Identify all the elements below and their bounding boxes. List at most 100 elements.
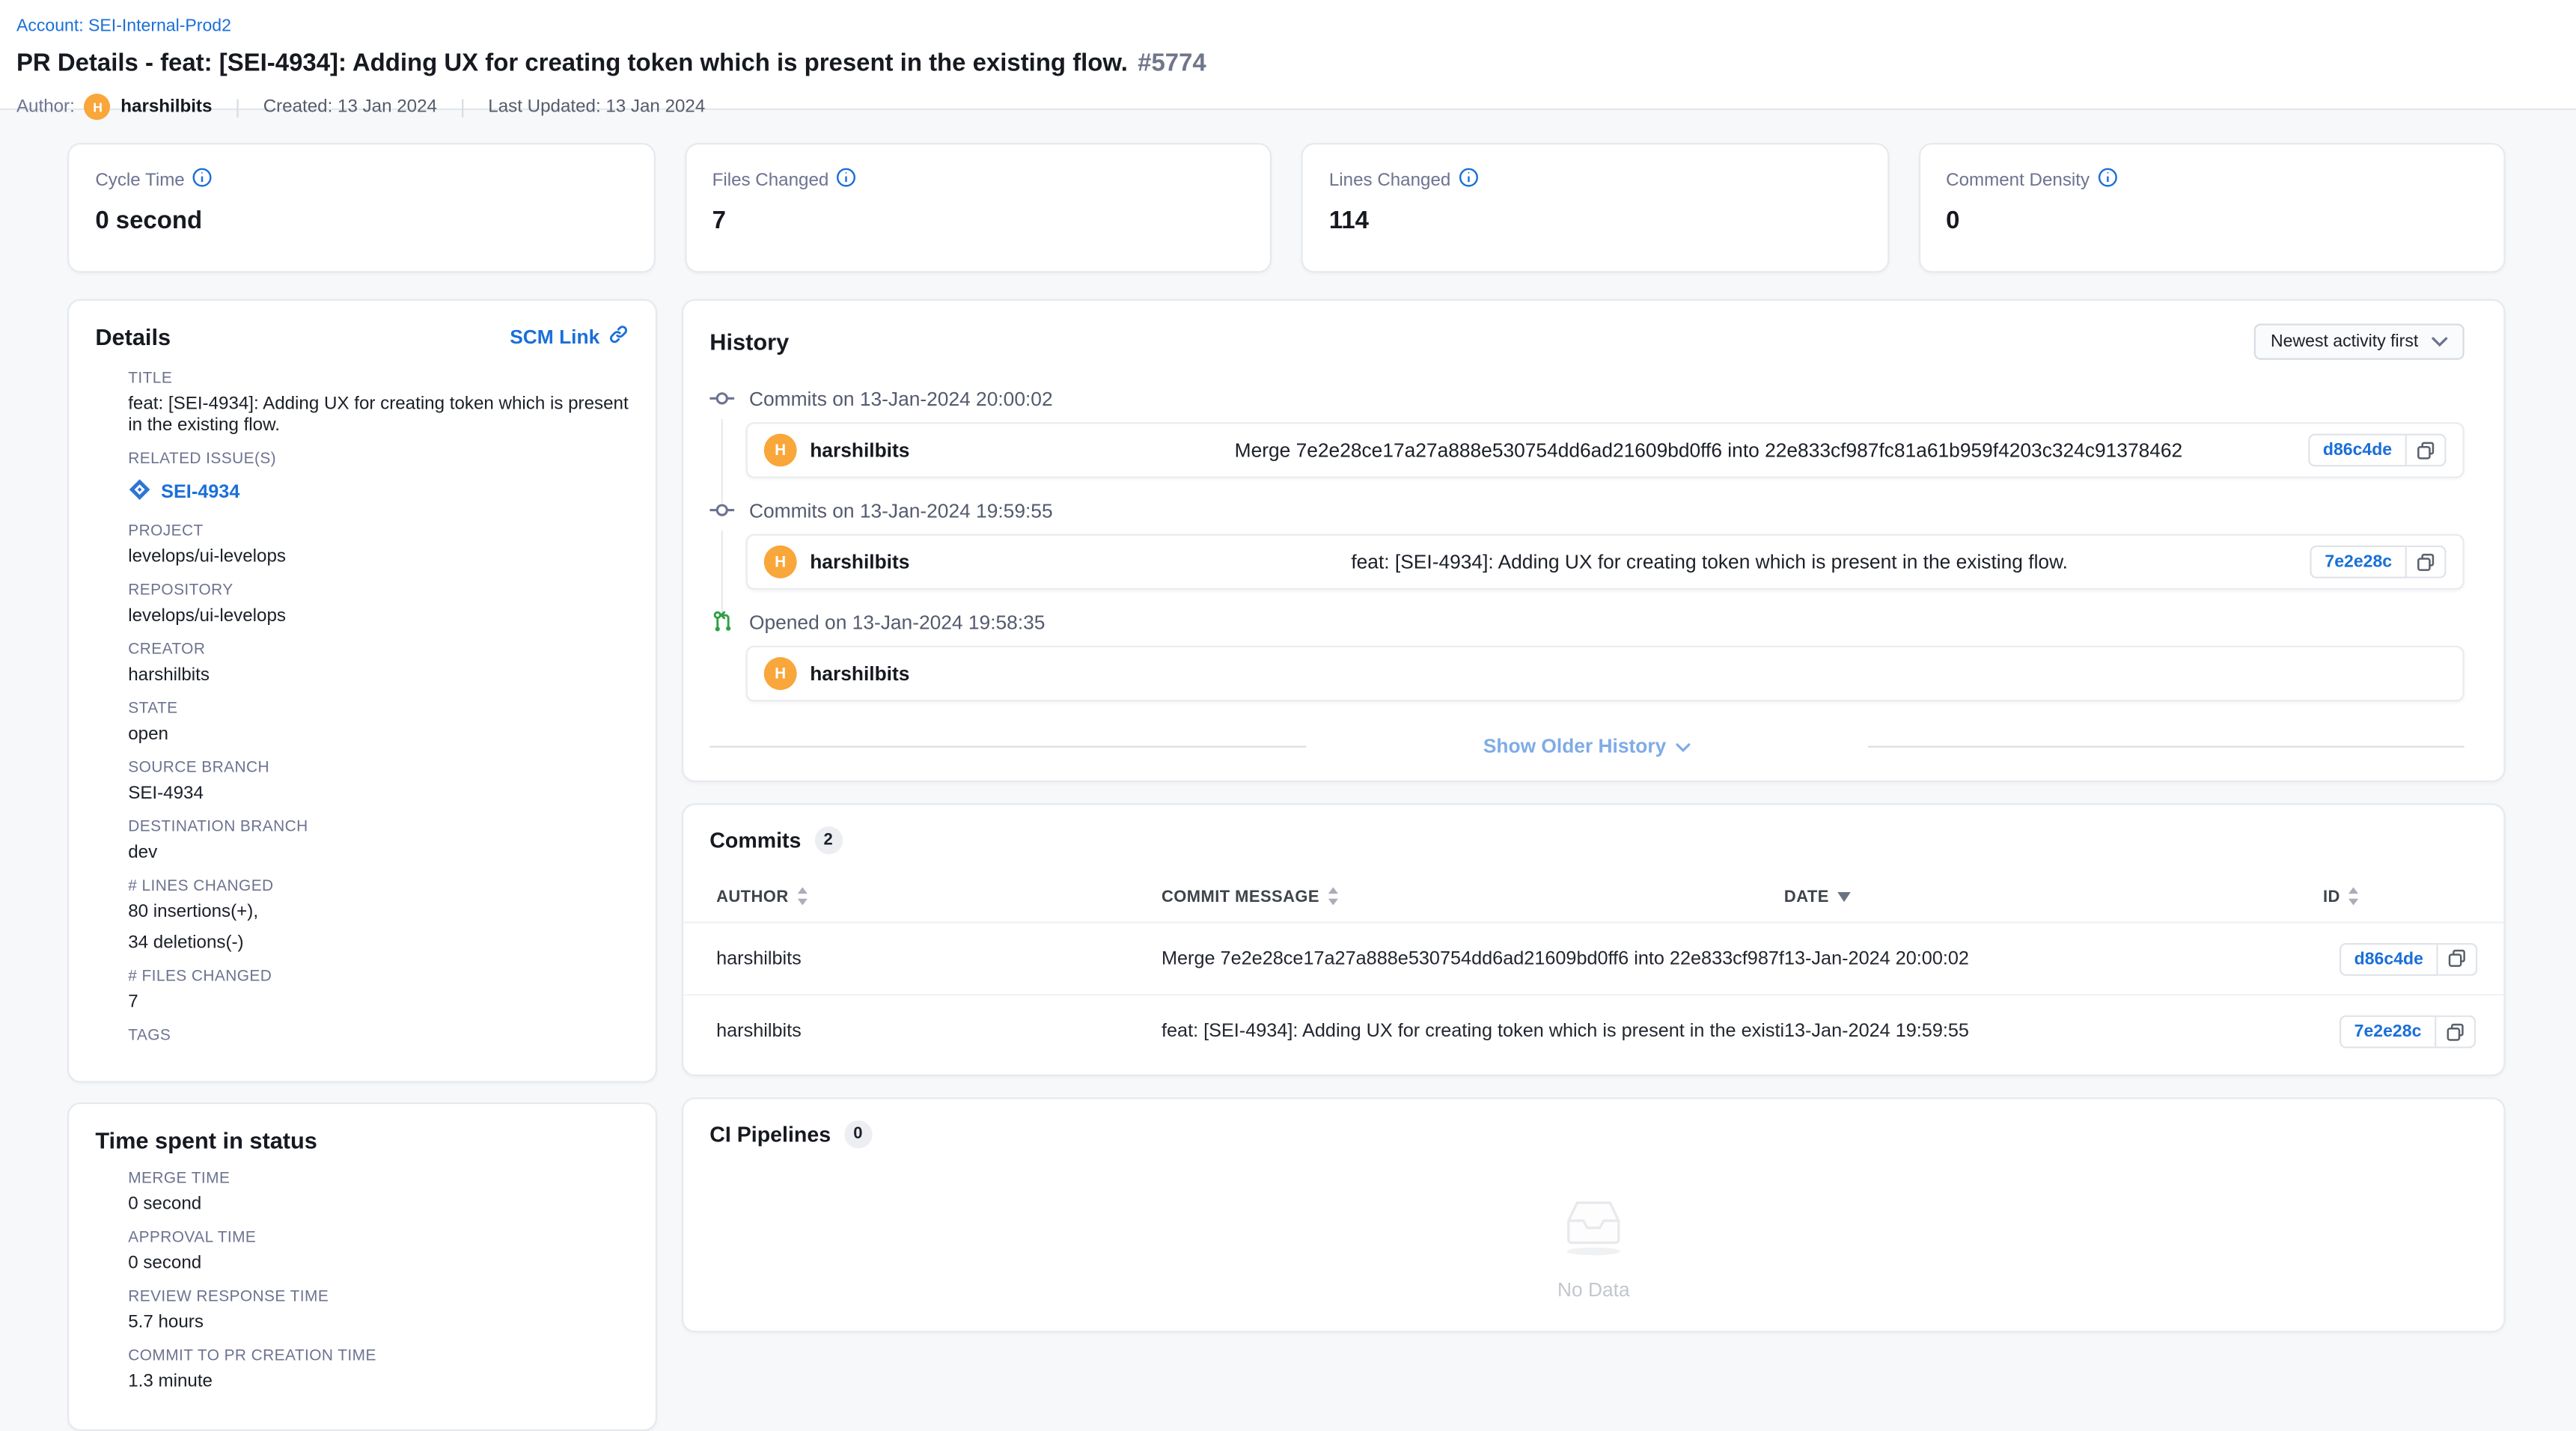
column-header-author[interactable]: AUTHOR: [716, 886, 1162, 909]
field-destination-branch: DESTINATION BRANCH dev: [128, 818, 629, 864]
copy-icon[interactable]: [2436, 1016, 2476, 1049]
avatar: H: [764, 434, 797, 467]
history-event: Opened on 13-Jan-2024 19:58:35 H harshil…: [709, 609, 2464, 721]
metric-card-comment-density: Comment Density 0: [1918, 143, 2506, 272]
field-creator: CREATOR harshilbits: [128, 641, 629, 686]
field-value: 34 deletions(-): [128, 933, 629, 955]
chevron-down-icon: [2432, 332, 2448, 351]
field-label: # LINES CHANGED: [128, 877, 629, 895]
meta-separator: |: [460, 95, 466, 118]
field-review-response-time: REVIEW RESPONSE TIME 5.7 hours: [128, 1288, 629, 1334]
column-header-date[interactable]: DATE: [1784, 889, 2323, 907]
page-header: Account: SEI-Internal-Prod2 PR Details -…: [0, 0, 2576, 110]
field-label: STATE: [128, 700, 629, 718]
field-value: 1.3 minute: [128, 1372, 629, 1394]
scm-link[interactable]: SCM Link: [510, 323, 629, 350]
divider-line: [709, 745, 1305, 747]
jira-issue-icon: [128, 478, 151, 506]
event-author-name: harshilbits: [810, 662, 909, 686]
empty-box-icon: [1556, 1188, 1632, 1265]
avatar: H: [764, 657, 797, 690]
show-older-history-label: Show Older History: [1483, 734, 1666, 757]
field-value: 5.7 hours: [128, 1313, 629, 1334]
field-label: APPROVAL TIME: [128, 1229, 629, 1247]
cell-author: harshilbits: [716, 1022, 1162, 1041]
column-label: ID: [2323, 889, 2340, 907]
table-row: harshilbits feat: [SEI-4934]: Adding UX …: [683, 995, 2503, 1068]
history-event-card: H harshilbits Merge 7e2e28ce17a27a888e53…: [746, 422, 2464, 478]
field-value: levelops/ui-levelops: [128, 606, 629, 628]
last-updated-date: Last Updated: 13 Jan 2024: [488, 97, 705, 117]
column-header-id[interactable]: ID: [2323, 886, 2471, 909]
author-name: harshilbits: [120, 97, 212, 117]
metric-value: 7: [712, 207, 1244, 235]
meta-separator: |: [235, 95, 240, 118]
created-date: Created: 13 Jan 2024: [263, 97, 437, 117]
copy-icon[interactable]: [2438, 942, 2478, 975]
field-label: TAGS: [128, 1027, 629, 1045]
metric-card-lines-changed: Lines Changed 114: [1301, 143, 1889, 272]
event-label: Commits on 13-Jan-2024 20:00:02: [749, 387, 1053, 410]
commit-hash-badge[interactable]: 7e2e28c: [2340, 1016, 2436, 1049]
field-merge-time: MERGE TIME 0 second: [128, 1170, 629, 1215]
table-row: harshilbits Merge 7e2e28ce17a27a888e5307…: [683, 924, 2503, 996]
field-label: CREATOR: [128, 641, 629, 659]
commit-hash-group: 7e2e28c: [2310, 546, 2447, 579]
field-value: 7: [128, 992, 629, 1014]
history-event: Commits on 13-Jan-2024 19:59:55 H harshi…: [709, 498, 2464, 609]
copy-icon[interactable]: [2407, 546, 2447, 579]
field-label: # FILES CHANGED: [128, 968, 629, 986]
field-value: 0 second: [128, 1194, 629, 1216]
metric-label: Comment Density: [1946, 170, 2090, 189]
chevron-down-icon: [1676, 734, 1691, 757]
info-icon[interactable]: [193, 168, 213, 192]
author-label: Author:: [16, 97, 75, 117]
ci-empty-state: No Data: [709, 1168, 2477, 1305]
commit-message: Merge 7e2e28ce17a27a888e530754dd6ad21609…: [1126, 439, 2292, 462]
field-source-branch: SOURCE BRANCH SEI-4934: [128, 759, 629, 805]
left-column: Details SCM Link TITLE feat: [SEI-4934]:…: [67, 299, 657, 1431]
field-value: dev: [128, 843, 629, 864]
field-tags: TAGS: [128, 1027, 629, 1045]
field-files-changed: # FILES CHANGED 7: [128, 968, 629, 1013]
account-breadcrumb-link[interactable]: Account: SEI-Internal-Prod2: [16, 16, 231, 36]
commit-hash-badge[interactable]: d86c4de: [2340, 942, 2438, 975]
issue-link-label: SEI-4934: [161, 482, 239, 501]
right-column: History Newest activity first Commits on…: [682, 299, 2506, 1333]
field-value: harshilbits: [128, 665, 629, 687]
field-label: DESTINATION BRANCH: [128, 818, 629, 836]
page: Account: SEI-Internal-Prod2 PR Details -…: [0, 0, 2576, 1314]
field-label: RELATED ISSUE(S): [128, 450, 629, 468]
commits-count-badge: 2: [814, 826, 842, 854]
field-commit-to-pr-time: COMMIT TO PR CREATION TIME 1.3 minute: [128, 1347, 629, 1393]
copy-icon[interactable]: [2407, 434, 2447, 467]
avatar: H: [764, 546, 797, 579]
commit-hash-badge[interactable]: 7e2e28c: [2310, 546, 2407, 579]
history-sort-dropdown[interactable]: Newest activity first: [2254, 323, 2464, 359]
field-label: PROJECT: [128, 522, 629, 540]
history-event-card: H harshilbits feat: [SEI-4934]: Adding U…: [746, 534, 2464, 590]
field-value: 80 insertions(+),: [128, 902, 629, 924]
issue-link[interactable]: SEI-4934: [128, 478, 239, 506]
history-event-card: H harshilbits: [746, 646, 2464, 702]
git-commit-icon: [709, 386, 734, 411]
info-icon[interactable]: [2098, 168, 2117, 192]
git-commit-icon: [709, 498, 734, 522]
no-data-label: No Data: [1557, 1278, 1630, 1302]
show-older-history-link[interactable]: Show Older History: [1483, 734, 1691, 757]
history-panel: History Newest activity first Commits on…: [682, 299, 2506, 782]
field-lines-changed: # LINES CHANGED 80 insertions(+), 34 del…: [128, 877, 629, 954]
history-title: History: [709, 329, 789, 355]
info-icon[interactable]: [837, 168, 856, 192]
field-label: MERGE TIME: [128, 1170, 629, 1188]
page-body: Cycle Time 0 second Files Changed 7 Line…: [0, 110, 2576, 1314]
info-icon[interactable]: [1459, 168, 1478, 192]
metrics-row: Cycle Time 0 second Files Changed 7 Line…: [67, 143, 2506, 272]
commits-panel: Commits 2 AUTHOR COMMIT MESSAGE: [682, 803, 2506, 1075]
details-panel: Details SCM Link TITLE feat: [SEI-4934]:…: [67, 299, 657, 1083]
commit-hash-badge[interactable]: d86c4de: [2308, 434, 2407, 467]
cell-commit-message: feat: [SEI-4934]: Adding UX for creating…: [1162, 1022, 1784, 1041]
ci-pipelines-panel: CI Pipelines 0 No Data: [682, 1097, 2506, 1332]
column-header-commit-message[interactable]: COMMIT MESSAGE: [1162, 886, 1784, 909]
event-label: Opened on 13-Jan-2024 19:58:35: [749, 610, 1045, 633]
